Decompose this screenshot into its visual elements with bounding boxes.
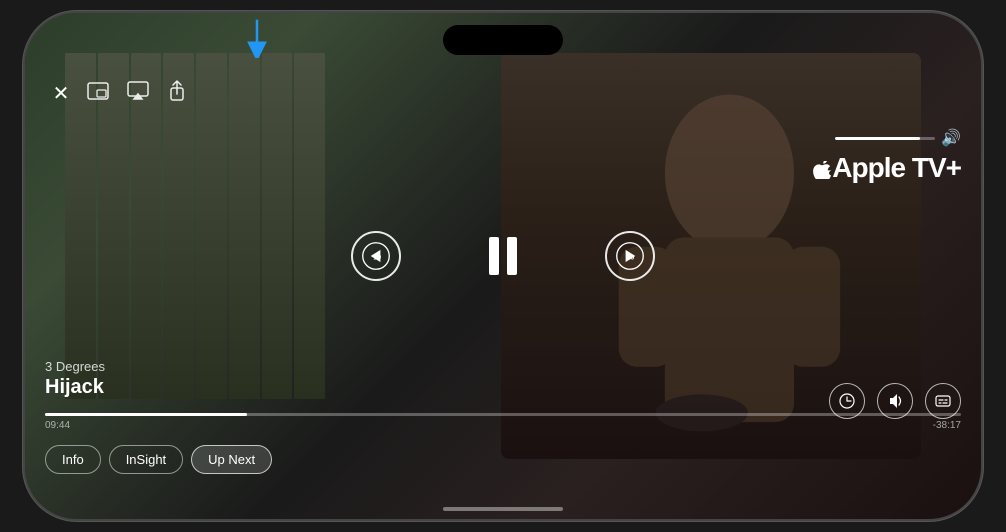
close-button[interactable]: ✕	[45, 77, 77, 109]
svg-text:10: 10	[373, 255, 381, 262]
home-indicator	[443, 507, 563, 511]
pause-button[interactable]	[481, 231, 525, 281]
arrow-indicator	[245, 18, 269, 58]
center-controls: 10 10	[351, 231, 655, 281]
tab-up-next[interactable]: Up Next	[191, 445, 272, 474]
bottom-tabs: Info InSight Up Next	[45, 445, 272, 474]
miniplayer-button[interactable]	[87, 82, 109, 105]
title-area: 3 Degrees Hijack	[45, 359, 105, 399]
time-elapsed: 09:44	[45, 420, 70, 431]
show-name: 3 Degrees	[45, 359, 105, 374]
svg-text:10: 10	[626, 255, 634, 262]
episode-title: Hijack	[45, 376, 105, 399]
volume-icon: 🔊	[941, 128, 961, 148]
volume-bar: 🔊	[835, 128, 961, 148]
progress-area[interactable]: 09:44 -38:17	[45, 413, 961, 431]
volume-fill	[835, 137, 920, 140]
phone-frame: ✕	[23, 11, 983, 521]
share-button[interactable]	[167, 80, 187, 107]
progress-track[interactable]	[45, 413, 961, 416]
pause-bar-left	[489, 237, 499, 275]
controls-overlay: ✕	[25, 13, 981, 519]
dynamic-island	[443, 25, 563, 55]
progress-times: 09:44 -38:17	[45, 420, 961, 431]
power-button	[981, 143, 983, 203]
airplay-button[interactable]	[127, 81, 149, 106]
forward-button[interactable]: 10	[605, 231, 655, 281]
top-icons-group	[87, 80, 187, 107]
tab-insight[interactable]: InSight	[109, 445, 183, 474]
rewind-button[interactable]: 10	[351, 231, 401, 281]
progress-fill	[45, 413, 247, 416]
appletv-logo: 🔊 Apple TV+	[813, 128, 961, 184]
tab-info[interactable]: Info	[45, 445, 101, 474]
pause-bar-right	[507, 237, 517, 275]
top-bar: ✕	[25, 68, 981, 118]
time-remaining: -38:17	[933, 420, 961, 431]
appletv-brand-text: Apple TV+	[813, 152, 961, 184]
volume-track	[835, 137, 935, 140]
